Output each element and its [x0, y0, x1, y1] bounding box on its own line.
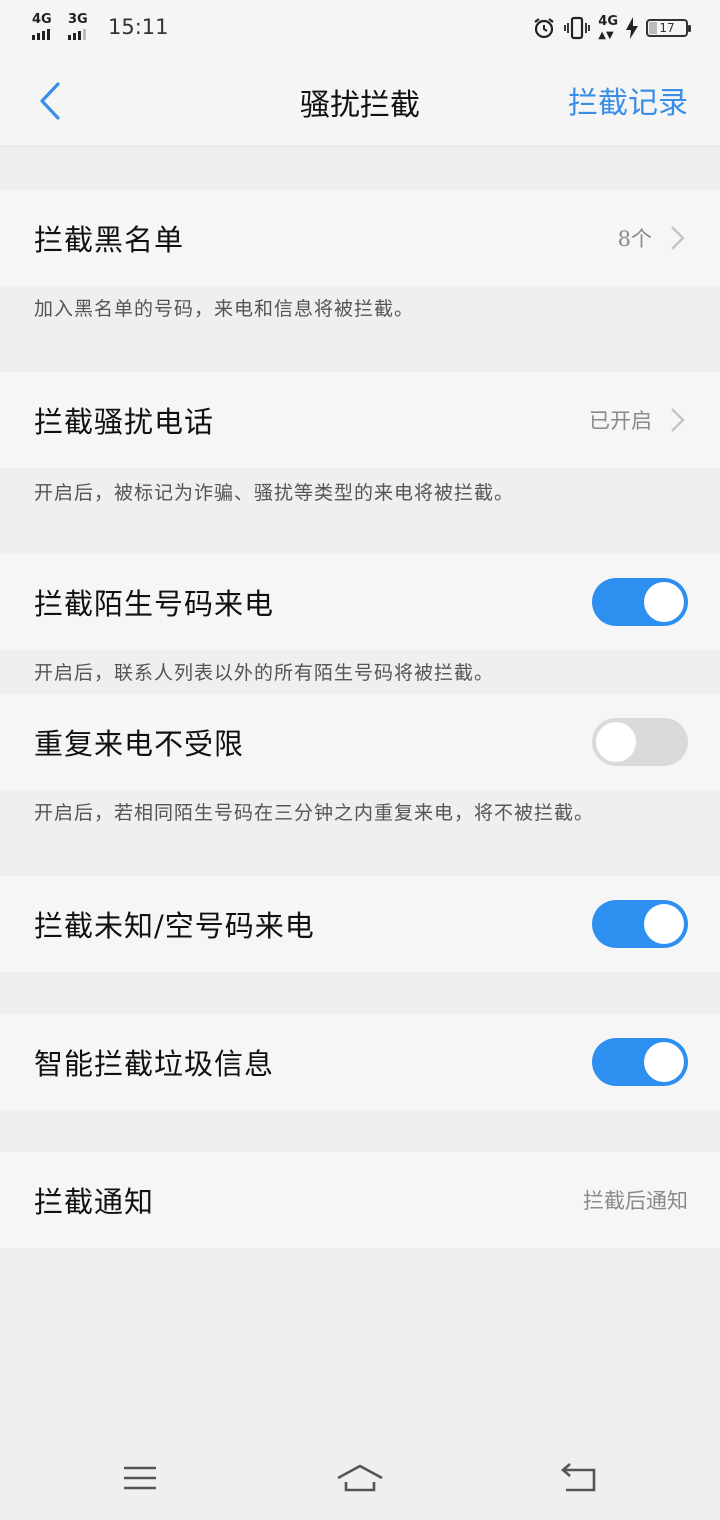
harass-calls-label: 拦截骚扰电话: [34, 405, 215, 439]
repeat-calls-row: 重复来电不受限: [0, 694, 720, 790]
block-notification-label: 拦截通知: [34, 1185, 155, 1219]
block-notification-value: 拦截后通知: [583, 1189, 688, 1213]
unknown-calls-row: 拦截未知/空号码来电: [0, 876, 720, 972]
stranger-calls-row: 拦截陌生号码来电: [0, 554, 720, 650]
sim1-network-label: 4G: [32, 12, 52, 27]
battery-icon: 17: [646, 19, 691, 37]
spam-messages-row: 智能拦截垃圾信息: [0, 1014, 720, 1110]
sim2-signal-icon: 3G: [68, 12, 98, 40]
blacklist-desc: 加入黑名单的号码，来电和信息将被拦截。: [34, 298, 415, 320]
chevron-right-icon: [671, 226, 685, 250]
harass-calls-row[interactable]: 拦截骚扰电话 已开启: [0, 372, 720, 468]
harass-calls-status: 已开启: [589, 409, 652, 433]
stranger-calls-desc: 开启后，联系人列表以外的所有陌生号码将被拦截。: [34, 662, 495, 684]
stranger-calls-label: 拦截陌生号码来电: [34, 587, 275, 621]
spam-messages-toggle[interactable]: [592, 1038, 688, 1086]
home-icon: [337, 1464, 383, 1492]
data-network-label: 4G: [598, 13, 618, 29]
repeat-calls-toggle[interactable]: [592, 718, 688, 766]
status-bar: 4G 3G 15:11 4G ▲▼ 17: [0, 0, 720, 56]
chevron-right-icon: [671, 408, 685, 432]
sim1-signal-icon: 4G: [32, 12, 62, 40]
home-button[interactable]: [330, 1454, 390, 1502]
stranger-calls-toggle[interactable]: [592, 578, 688, 626]
data-network-icon: 4G ▲▼: [598, 13, 618, 41]
back-nav-button[interactable]: [550, 1454, 610, 1502]
repeat-calls-label: 重复来电不受限: [34, 727, 245, 761]
menu-button[interactable]: [110, 1454, 170, 1502]
status-time: 15:11: [108, 15, 169, 39]
alarm-icon: [534, 18, 554, 39]
spam-messages-label: 智能拦截垃圾信息: [34, 1047, 275, 1081]
block-records-link[interactable]: 拦截记录: [568, 78, 688, 122]
sim2-network-label: 3G: [68, 12, 88, 27]
charging-icon: [626, 17, 638, 39]
blacklist-label: 拦截黑名单: [34, 223, 185, 257]
blacklist-count: 8个: [617, 227, 652, 251]
navigation-bar: [0, 1440, 720, 1520]
block-notification-row[interactable]: 拦截通知 拦截后通知: [0, 1152, 720, 1248]
back-icon: [561, 1463, 596, 1492]
menu-icon: [124, 1466, 156, 1490]
harass-calls-desc: 开启后，被标记为诈骗、骚扰等类型的来电将被拦截。: [34, 482, 515, 504]
blacklist-row[interactable]: 拦截黑名单 8个: [0, 190, 720, 286]
unknown-calls-toggle[interactable]: [592, 900, 688, 948]
unknown-calls-label: 拦截未知/空号码来电: [34, 909, 315, 943]
app-header: 骚扰拦截 拦截记录: [0, 56, 720, 147]
repeat-calls-desc: 开启后，若相同陌生号码在三分钟之内重复来电，将不被拦截。: [34, 802, 595, 824]
battery-level: 17: [659, 21, 675, 35]
vibrate-icon: [564, 16, 591, 40]
